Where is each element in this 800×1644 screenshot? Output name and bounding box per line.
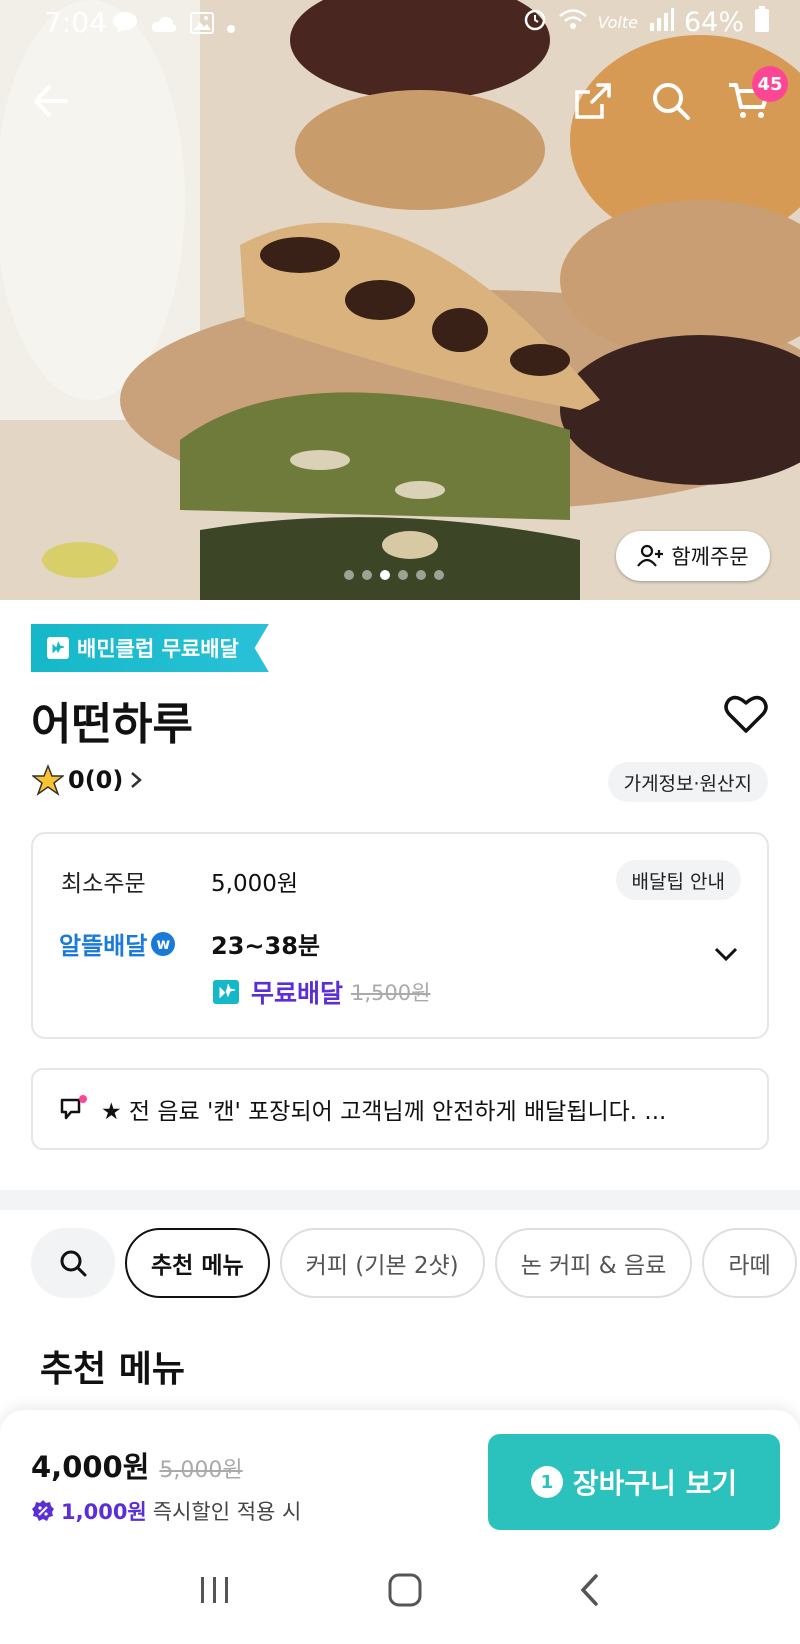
- add-user-icon: [637, 544, 664, 567]
- battery-level: 64%: [683, 7, 744, 38]
- share-icon: [575, 83, 611, 119]
- cloud-icon: [150, 11, 178, 41]
- delivery-time: 23~38분: [211, 932, 320, 960]
- tab-recommended[interactable]: 추천 메뉴: [125, 1228, 270, 1298]
- store-notice[interactable]: ★ 전 음료 '캔' 포장되어 고객님께 안전하게 배달됩니다. ...: [31, 1068, 769, 1150]
- expand-button[interactable]: [711, 944, 741, 968]
- club-sparkle-icon: [213, 980, 239, 1004]
- star-icon: [32, 764, 64, 796]
- image-icon: [190, 11, 214, 41]
- price-row: 4,000원 5,000원: [31, 1444, 243, 1486]
- discount-amount: 1,000원: [61, 1500, 147, 1524]
- store-screen: 7:04 Volte 64% 45 함께주문 배민클럽 무료배달 어떤하루 0(…: [0, 0, 800, 1644]
- system-back-button[interactable]: [578, 1572, 602, 1612]
- store-name: 어떤하루: [31, 699, 193, 750]
- signal-icon: [648, 7, 674, 38]
- search-icon: [60, 1250, 87, 1277]
- talk-icon: [112, 10, 138, 41]
- cart-item-count: 1: [530, 1466, 563, 1498]
- image-page-indicator: [344, 570, 444, 580]
- section-divider: [0, 1190, 800, 1210]
- heart-icon: [724, 695, 768, 733]
- system-navigation-bar: [0, 1540, 800, 1644]
- group-order-button[interactable]: 함께주문: [616, 531, 770, 581]
- chevron-right-icon: [131, 772, 143, 788]
- altteul-name: 알뜰배달: [59, 932, 148, 960]
- tab-coffee[interactable]: 커피 (기본 2샷): [279, 1228, 485, 1298]
- discount-row: 1,000원 즉시할인 적용 시: [31, 1496, 301, 1526]
- cart-count-badge: 45: [752, 66, 788, 102]
- search-button[interactable]: [646, 76, 696, 126]
- tab-latte[interactable]: 라떼: [702, 1228, 797, 1298]
- club-badge-label: 배민클럽 무료배달: [77, 637, 239, 661]
- status-time: 7:04: [44, 6, 107, 39]
- share-button[interactable]: [568, 76, 618, 126]
- menu-search-button[interactable]: [31, 1228, 115, 1298]
- delivery-tip-button[interactable]: 배달팁 안내: [615, 860, 741, 900]
- section-title: 추천 메뉴: [40, 1349, 186, 1390]
- group-order-label: 함께주문: [671, 545, 749, 569]
- network-label: Volte: [597, 13, 638, 32]
- original-delivery-fee: 1,500원: [351, 981, 431, 1005]
- min-order-value: 5,000원: [211, 871, 299, 897]
- home-icon: [388, 1573, 422, 1607]
- original-price: 5,000원: [159, 1458, 243, 1483]
- rating-value: 0(0): [68, 766, 124, 794]
- delivery-info-card[interactable]: 최소주문 5,000원 배달팁 안내 알뜰배달 w 23~38분 무료배달 1,…: [31, 832, 769, 1039]
- altteul-w-icon: w: [151, 931, 176, 956]
- menu-category-tabs: 추천 메뉴 커피 (기본 2샷) 논 커피 & 음료 라떼: [31, 1228, 797, 1300]
- recent-apps-icon: [200, 1577, 228, 1603]
- back-chevron-icon: [580, 1574, 599, 1606]
- altteul-delivery-label: 알뜰배달 w: [59, 926, 176, 961]
- free-delivery-row: 무료배달 1,500원: [213, 974, 430, 1010]
- store-info-origin-button[interactable]: 가게정보·원산지: [607, 762, 768, 802]
- back-arrow-icon: [34, 85, 68, 117]
- free-delivery-label: 무료배달: [251, 979, 344, 1008]
- wifi-icon: [558, 7, 588, 38]
- view-cart-label: 장바구니 보기: [572, 1467, 738, 1500]
- favorite-button[interactable]: [722, 690, 770, 738]
- notification-icons: [112, 10, 236, 41]
- dot-icon: [226, 11, 236, 41]
- order-summary-bar: 4,000원 5,000원 1,000원 즉시할인 적용 시 1 장바구니 보기: [0, 1410, 800, 1540]
- view-cart-button[interactable]: 1 장바구니 보기: [488, 1434, 780, 1530]
- min-order-label: 최소주문: [61, 871, 146, 897]
- status-bar: 7:04 Volte 64%: [0, 0, 800, 46]
- chevron-down-icon: [714, 947, 738, 962]
- discount-text: 즉시할인 적용 시: [152, 1500, 302, 1524]
- recent-apps-button[interactable]: [198, 1575, 232, 1609]
- battery-icon: [754, 6, 770, 39]
- alarm-icon: [522, 6, 548, 39]
- back-button[interactable]: [26, 76, 76, 126]
- tab-non-coffee[interactable]: 논 커피 & 음료: [494, 1228, 693, 1298]
- club-sparkle-icon: [47, 637, 69, 659]
- current-price: 4,000원: [31, 1450, 150, 1484]
- home-button[interactable]: [387, 1572, 423, 1612]
- notice-text: ★ 전 음료 '캔' 포장되어 고객님께 안전하게 배달됩니다. ...: [101, 1099, 667, 1125]
- notice-icon: [60, 1095, 87, 1120]
- rating-link[interactable]: 0(0): [32, 764, 145, 796]
- discount-badge-icon: [32, 1500, 54, 1521]
- search-icon: [653, 83, 690, 120]
- baemin-club-badge: 배민클럽 무료배달: [31, 624, 269, 672]
- system-status: Volte 64%: [522, 6, 770, 39]
